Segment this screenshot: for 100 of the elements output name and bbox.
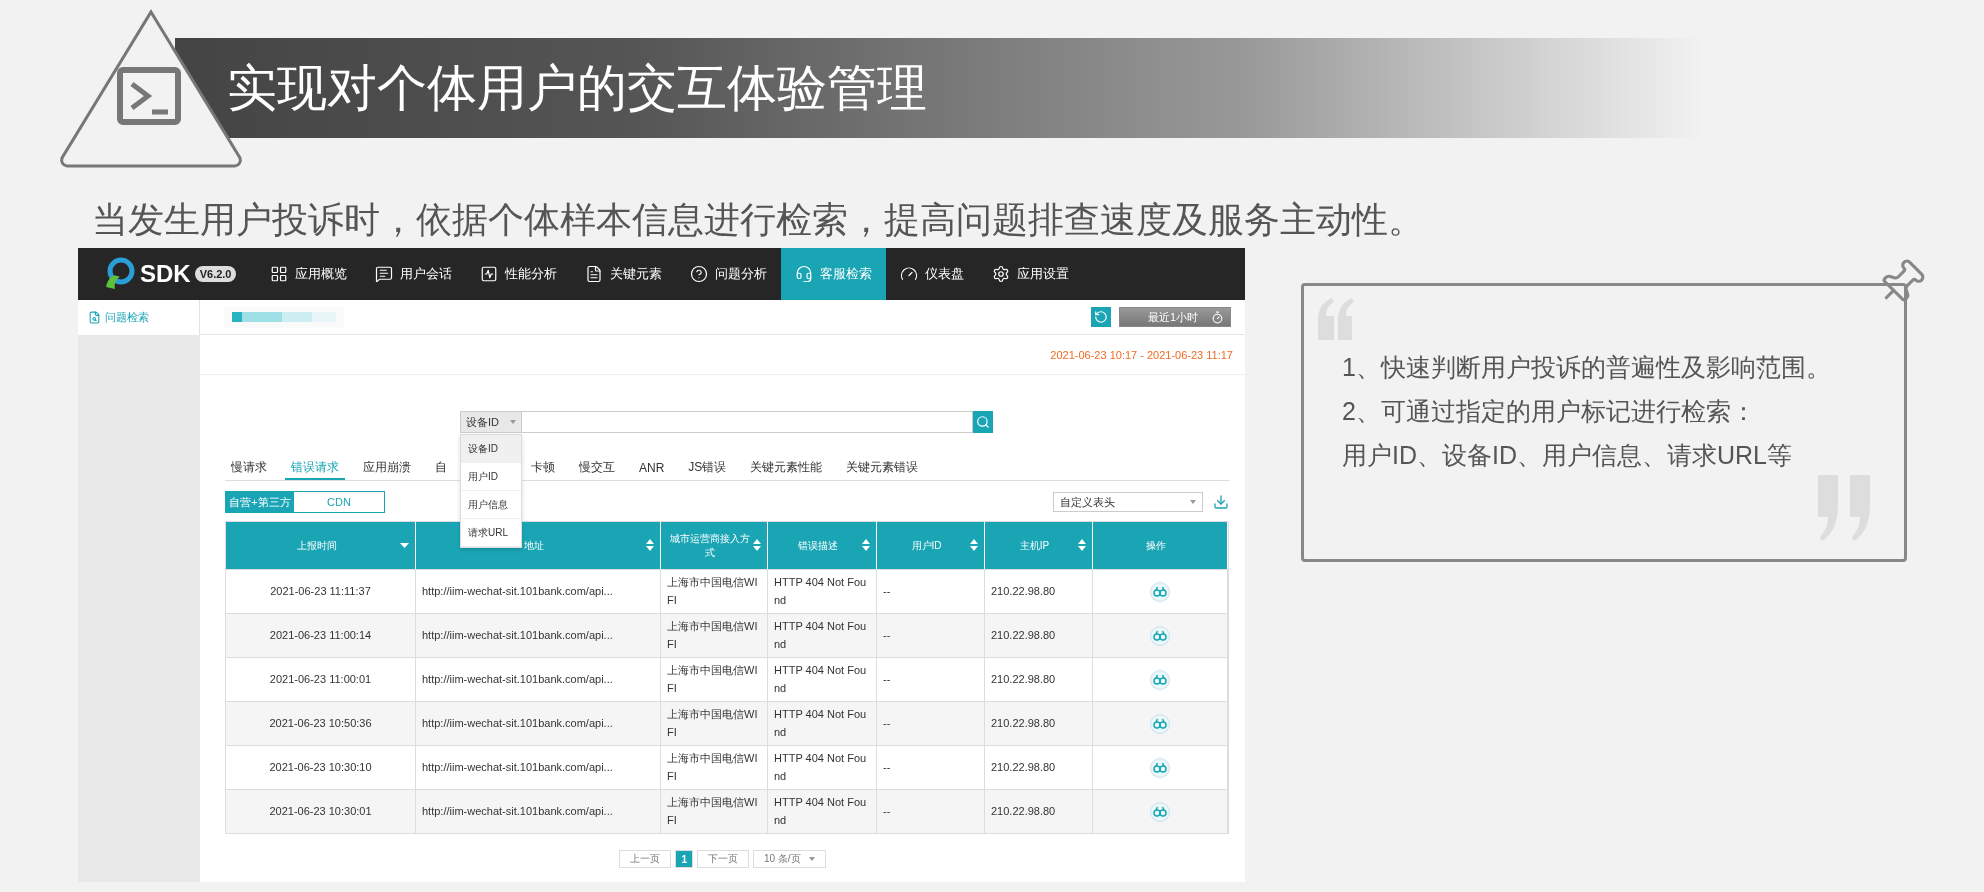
version-badge: V6.2.0 [194, 266, 237, 282]
refresh-button[interactable] [1091, 307, 1111, 327]
table-cell-text: http://iim-wechat-sit.101bank.com/api... [422, 671, 613, 687]
table-cell-text: -- [883, 715, 891, 731]
table-cell-text: http://iim-wechat-sit.101bank.com/api... [422, 627, 613, 643]
table-cell-text: 2021-06-23 11:11:37 [270, 583, 371, 599]
table-cell-text: 上海市中国电信WIFI [667, 794, 759, 828]
binoculars-icon[interactable] [1150, 581, 1170, 602]
pulse-icon [480, 265, 499, 283]
table-cell-text: -- [883, 627, 891, 643]
sort-icon [970, 539, 978, 551]
table-cell-text: 2021-06-23 11:00:01 [269, 671, 372, 687]
nav-item[interactable]: 应用概览 [256, 248, 362, 300]
nav-item[interactable]: 用户会话 [361, 248, 467, 300]
nav-item[interactable]: 应用设置 [978, 248, 1084, 300]
dropdown-option[interactable]: 请求URL [461, 519, 521, 547]
settings-icon [992, 265, 1011, 283]
dropdown-option[interactable]: 用户ID [461, 463, 521, 491]
nav-item[interactable]: 关键元素 [571, 248, 677, 300]
tab[interactable]: 慢请求 [225, 457, 273, 480]
search-field[interactable] [522, 411, 973, 433]
binoculars-icon[interactable] [1150, 757, 1170, 778]
tab[interactable]: 应用崩溃 [357, 457, 417, 480]
tab[interactable]: 关键元素性能 [744, 457, 829, 480]
gauge-icon [900, 265, 919, 283]
table-cell-text: HTTP 404 Not Found [774, 750, 868, 784]
binoculars-icon[interactable] [1150, 669, 1170, 690]
binoculars-icon[interactable] [1150, 625, 1170, 646]
tab[interactable]: JS错误 [682, 457, 733, 480]
next-page-button[interactable]: 下一页 [696, 850, 749, 868]
table-cell-text: 上海市中国电信WIFI [667, 618, 759, 652]
table-cell-text: HTTP 404 Not Found [774, 706, 868, 740]
table-cell-text: HTTP 404 Not Found [774, 618, 868, 652]
table-cell-text: 210.22.98.80 [991, 583, 1056, 599]
tab[interactable]: 自 [429, 457, 453, 480]
table-cell-text: http://iim-wechat-sit.101bank.com/api... [422, 583, 613, 599]
grid-icon [270, 265, 289, 283]
sort-icon [646, 539, 654, 551]
help-icon [690, 265, 709, 283]
table-cell-text: -- [883, 671, 891, 687]
table-cell-text: 上海市中国电信WIFI [667, 574, 759, 608]
table-cell-text: 2021-06-23 10:30:01 [269, 803, 372, 819]
table-cell-text: HTTP 404 Not Found [774, 574, 868, 608]
table-cell-text: 2021-06-23 10:30:10 [269, 759, 372, 775]
table-cell-text: 210.22.98.80 [991, 627, 1056, 643]
search-icon [976, 415, 990, 429]
tab[interactable]: 慢交互 [573, 457, 621, 480]
caret-icon [808, 857, 815, 861]
document-icon [585, 265, 604, 283]
tab[interactable]: 关键元素错误 [840, 457, 925, 480]
caret-icon [510, 420, 516, 424]
table-cell-text: -- [883, 583, 891, 599]
nav-item[interactable]: 问题分析 [676, 248, 782, 300]
slide-title: 实现对个体用户的交互体验管理 [227, 58, 927, 118]
sort-desc-icon [400, 542, 409, 549]
search-button[interactable] [973, 411, 993, 433]
table-cell-text: 上海市中国电信WIFI [667, 750, 759, 784]
dropdown-option[interactable]: 用户信息 [461, 491, 521, 519]
table-cell-text: http://iim-wechat-sit.101bank.com/api... [422, 715, 613, 731]
prev-page-button[interactable]: 上一页 [619, 850, 672, 868]
refresh-icon [1094, 310, 1108, 324]
caret-icon [1190, 500, 1196, 504]
nav-item[interactable]: 性能分析 [466, 248, 572, 300]
binoculars-icon[interactable] [1150, 713, 1170, 734]
timer-icon [1211, 310, 1224, 324]
table-cell-text: 210.22.98.80 [991, 803, 1056, 819]
table-cell-text: 上海市中国电信WIFI [667, 662, 759, 696]
table-cell-text: 2021-06-23 11:00:14 [269, 627, 372, 643]
slide-subtitle: 当发生用户投诉时，依据个体样本信息进行检索，提高问题排查速度及服务主动性。 [92, 198, 1424, 242]
binoculars-icon[interactable] [1150, 801, 1170, 822]
table-cell-text: 210.22.98.80 [991, 671, 1056, 687]
page-size-select[interactable]: 10 条/页 [752, 850, 826, 868]
nav-item[interactable]: 仪表盘 [886, 248, 979, 300]
table-cell-text: 2021-06-23 10:50:36 [269, 715, 372, 731]
brand-name: SDK [140, 260, 191, 288]
sort-icon [1078, 539, 1086, 551]
tab[interactable]: 卡顿 [525, 457, 561, 480]
table-cell-text: -- [883, 759, 891, 775]
sort-icon [753, 539, 761, 551]
table-cell-text: http://iim-wechat-sit.101bank.com/api... [422, 803, 613, 819]
dropdown-option[interactable]: 设备ID [461, 435, 521, 463]
table-cell-text: 210.22.98.80 [991, 715, 1056, 731]
date-range: 2021-06-23 10:17 - 2021-06-23 11:17 [1050, 348, 1233, 361]
callout-text: 1、快速判断用户投诉的普遍性及影响范围。 [1342, 352, 1832, 383]
table-cell-text: HTTP 404 Not Found [774, 662, 868, 696]
table-cell-text: 210.22.98.80 [991, 759, 1056, 775]
search-document-icon [88, 311, 101, 324]
time-range-button[interactable]: 最近1小时 [1119, 307, 1231, 327]
download-icon[interactable] [1213, 494, 1229, 510]
search-type-select[interactable]: 设备ID [460, 411, 522, 433]
tab[interactable]: ANR [633, 457, 671, 480]
headset-icon [795, 265, 814, 283]
table-cell-text: -- [883, 803, 891, 819]
callout-text: 用户ID、设备ID、用户信息、请求URL等 [1342, 440, 1793, 471]
chat-icon [375, 265, 394, 283]
sort-icon [862, 539, 870, 551]
callout-text: 2、可通过指定的用户标记进行检索： [1342, 396, 1757, 427]
column-picker-select[interactable]: 自定义表头 [1053, 492, 1203, 512]
table-cell-text: 上海市中国电信WIFI [667, 706, 759, 740]
table-cell-text: HTTP 404 Not Found [774, 794, 868, 828]
